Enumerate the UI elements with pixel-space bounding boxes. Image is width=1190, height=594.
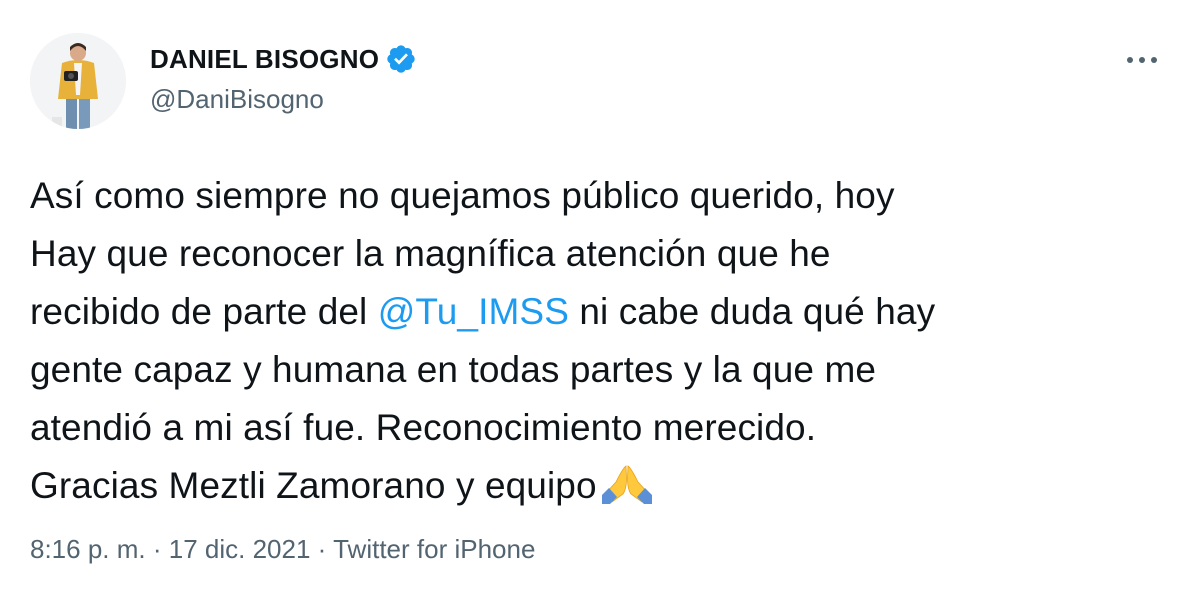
tweet-line-segment: recibido de parte del xyxy=(30,291,378,332)
mention-link[interactable]: @Tu_IMSS xyxy=(378,291,569,332)
timestamp-date[interactable]: 17 dic. 2021 xyxy=(169,534,311,564)
tweet-source[interactable]: Twitter for iPhone xyxy=(333,534,535,564)
folded-hands-icon xyxy=(599,463,655,504)
tweet-line: Así como siempre no quejamos público que… xyxy=(30,175,895,216)
tweet-line: atendió a mi así fue. Reconocimiento mer… xyxy=(30,407,817,448)
tweet-card: DANIEL BISOGNO @DaniBisogno Así como sie… xyxy=(0,0,1190,594)
meta-separator: · xyxy=(152,534,162,564)
tweet-line-segment: ni cabe duda qué hay xyxy=(568,291,936,332)
tweet-metadata: 8:16 p. m. · 17 dic. 2021 · Twitter for … xyxy=(30,534,535,565)
avatar[interactable] xyxy=(30,33,126,129)
more-options-icon[interactable] xyxy=(1122,44,1162,76)
author-block: DANIEL BISOGNO @DaniBisogno xyxy=(150,40,417,115)
avatar-image xyxy=(30,33,126,129)
name-row: DANIEL BISOGNO xyxy=(150,40,417,78)
tweet-line: Hay que reconocer la magnífica atención … xyxy=(30,233,831,274)
meta-separator: · xyxy=(317,534,327,564)
tweet-line: recibido de parte del @Tu_IMSS ni cabe d… xyxy=(30,283,1170,341)
tweet-line: gente capaz y humana en todas partes y l… xyxy=(30,349,877,390)
handle[interactable]: @DaniBisogno xyxy=(150,84,417,115)
tweet-line-segment: Gracias Meztli Zamorano y equipo xyxy=(30,465,597,506)
tweet-line: Gracias Meztli Zamorano y equipo xyxy=(30,457,1170,515)
display-name[interactable]: DANIEL BISOGNO xyxy=(150,44,379,75)
tweet-text: Así como siempre no quejamos público que… xyxy=(30,167,1170,515)
verified-badge-icon xyxy=(385,43,417,75)
timestamp-time[interactable]: 8:16 p. m. xyxy=(30,534,146,564)
